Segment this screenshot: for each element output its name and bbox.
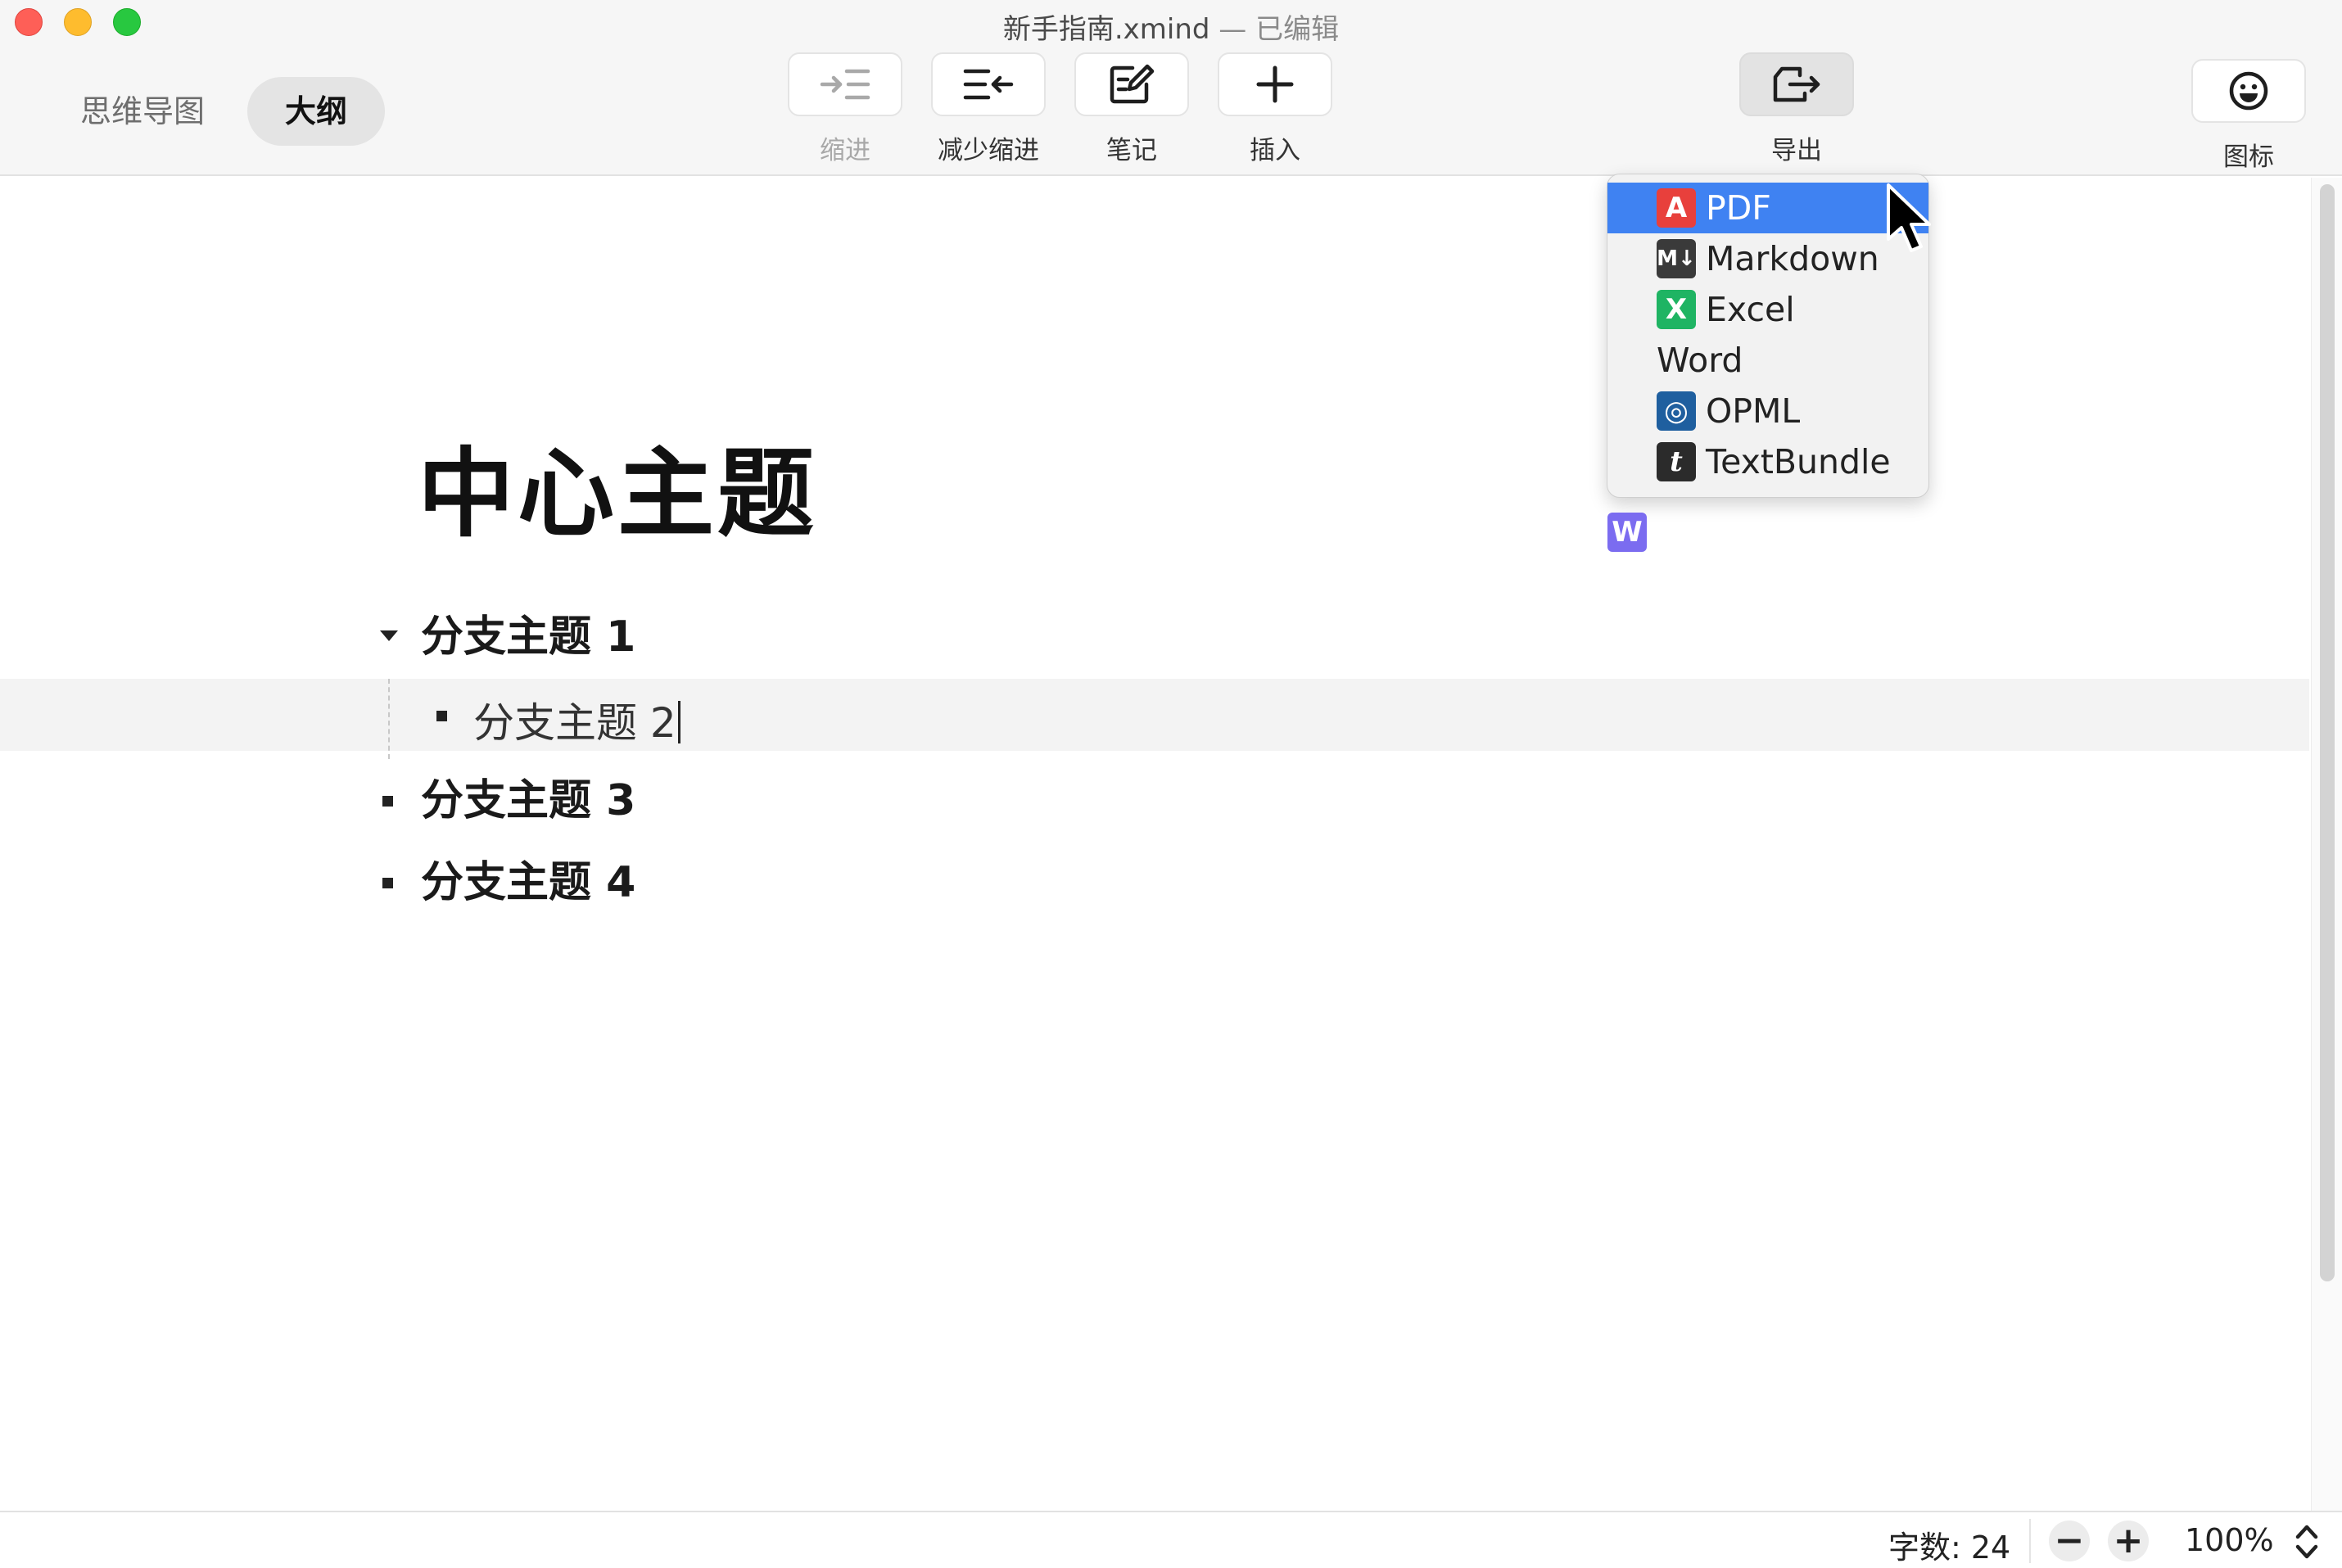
export-icon (1773, 66, 1820, 102)
icons-tool[interactable]: 图标 (2191, 59, 2306, 173)
export-button[interactable] (1739, 52, 1854, 116)
export-markdown-item[interactable]: M↓ Markdown (1607, 233, 1928, 284)
window-filename: 新手指南.xmind (1002, 13, 1210, 46)
export-menu: A PDF M↓ Markdown X Excel W Word ◎ OPML … (1607, 174, 1929, 552)
icons-label: 图标 (2223, 142, 2274, 172)
mouse-pointer-icon (1887, 183, 1931, 252)
outdent-label: 减少缩进 (938, 136, 1039, 165)
word-icon: W (1607, 513, 1647, 552)
excel-icon: X (1657, 290, 1696, 329)
insert-label: 插入 (1250, 136, 1300, 165)
export-pdf-item[interactable]: A PDF (1607, 183, 1928, 233)
topic-item-editing[interactable]: 分支主题 2 (473, 690, 680, 749)
topic-item[interactable]: 分支主题 1 (421, 602, 635, 663)
insert-tool[interactable]: 插入 (1218, 52, 1332, 166)
topic-item-text: 分支主题 2 (473, 699, 676, 747)
current-row-highlight (0, 679, 2309, 751)
window-edited-status: — 已编辑 (1209, 13, 1340, 46)
export-word-item[interactable]: W Word (1607, 335, 1928, 552)
vertical-scrollbar[interactable] (2311, 178, 2342, 1511)
outline-view-button[interactable]: 大纲 (247, 77, 386, 146)
status-bar: 字数: 24 − + 100% (0, 1511, 2342, 1568)
menu-item-label: Word (1657, 341, 1743, 380)
menu-item-label: TextBundle (1706, 442, 1891, 481)
indent-button[interactable] (788, 52, 902, 116)
bullet-icon (382, 796, 393, 807)
menu-item-label: Excel (1706, 290, 1795, 329)
indent-tool[interactable]: 缩进 (788, 52, 902, 166)
word-count: 字数: 24 (1888, 1530, 2011, 1566)
bullet-icon (382, 878, 393, 888)
outdent-button[interactable] (931, 52, 1046, 116)
topic-item[interactable]: 分支主题 4 (421, 847, 635, 909)
export-label: 导出 (1771, 136, 1822, 165)
bullet-icon (436, 711, 447, 721)
window-title: 新手指南.xmind — 已编辑 (0, 7, 2342, 47)
notes-tool[interactable]: 笔记 (1074, 52, 1189, 166)
notes-button[interactable] (1074, 52, 1189, 116)
indent-guide-line (388, 679, 390, 759)
smiley-icon (2229, 71, 2268, 111)
export-opml-item[interactable]: ◎ OPML (1607, 386, 1928, 436)
textbundle-icon: t (1657, 442, 1696, 481)
export-excel-item[interactable]: X Excel (1607, 284, 1928, 335)
zoom-in-button[interactable]: + (2108, 1521, 2149, 1561)
insert-button[interactable] (1218, 52, 1332, 116)
notes-icon (1110, 64, 1155, 104)
indent-icon (820, 69, 870, 100)
outline-canvas[interactable]: 中心主题 分支主题 1 分支主题 2 分支主题 3 分支主题 4 (0, 178, 2342, 1511)
collapse-caret-icon[interactable] (380, 630, 398, 641)
notes-label: 笔记 (1106, 136, 1157, 165)
menu-item-label: PDF (1706, 188, 1771, 228)
menu-item-label: OPML (1706, 391, 1801, 431)
central-topic[interactable]: 中心主题 (418, 415, 817, 555)
toolbar: 新手指南.xmind — 已编辑 思维导图 大纲 缩进 减少缩进 笔记 插入 导… (0, 0, 2342, 176)
zoom-out-button[interactable]: − (2049, 1521, 2090, 1561)
pdf-icon: A (1657, 188, 1696, 228)
indent-label: 缩进 (820, 136, 870, 165)
mindmap-view-button[interactable]: 思维导图 (43, 77, 242, 146)
outdent-icon (963, 69, 1014, 100)
plus-icon (1256, 66, 1294, 103)
export-textbundle-item[interactable]: t TextBundle (1607, 436, 1928, 487)
scrollbar-thumb[interactable] (2320, 184, 2335, 1281)
topic-item[interactable]: 分支主题 3 (421, 766, 635, 827)
markdown-icon: M↓ (1657, 239, 1696, 278)
status-divider (2029, 1519, 2031, 1563)
outdent-tool[interactable]: 减少缩进 (931, 52, 1046, 166)
menu-item-label: Markdown (1706, 239, 1879, 278)
opml-icon: ◎ (1657, 391, 1696, 431)
export-tool[interactable]: 导出 (1739, 52, 1854, 166)
zoom-level: 100% (2185, 1522, 2274, 1558)
icons-button[interactable] (2191, 59, 2306, 123)
zoom-stepper-icon[interactable] (2293, 1521, 2321, 1563)
text-cursor (677, 701, 680, 743)
